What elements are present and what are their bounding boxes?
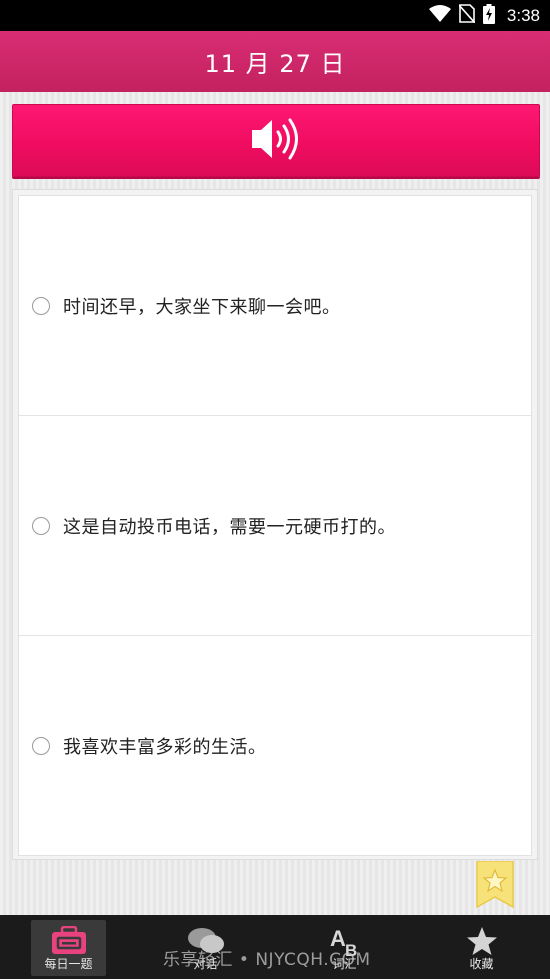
status-bar: 3:38 [0, 0, 550, 31]
no-sim-icon [458, 4, 476, 27]
status-time: 3:38 [506, 5, 540, 25]
star-bookmark-icon [476, 860, 514, 913]
tab-label: 每日一题 [44, 957, 93, 971]
wifi-icon [428, 4, 451, 27]
status-icons: 3:38 [428, 0, 540, 31]
battery-charging-icon [482, 3, 495, 28]
answer-option-3[interactable]: 我喜欢丰富多彩的生活。 [19, 636, 531, 856]
radio-button[interactable] [32, 297, 50, 315]
radio-button[interactable] [32, 737, 50, 755]
favorite-bookmark-button[interactable] [476, 860, 514, 909]
watermark-text: 乐享轻汇 • NJYCQH.COM [163, 950, 371, 970]
option-text: 时间还早，大家坐下来聊一会吧。 [63, 297, 341, 318]
option-text: 我喜欢丰富多彩的生活。 [63, 737, 267, 758]
options-list: 时间还早，大家坐下来聊一会吧。 这是自动投币电话，需要一元硬币打的。 我喜欢丰富… [18, 195, 532, 856]
page-title-date: 11 月 27 日 [204, 50, 346, 78]
tab-label: 收藏 [469, 957, 494, 971]
option-text: 这是自动投币电话，需要一元硬币打的。 [63, 517, 396, 538]
tab-daily-question[interactable]: 每日一题 [31, 920, 106, 976]
radio-button[interactable] [32, 517, 50, 535]
speaker-icon [248, 111, 304, 171]
play-audio-button[interactable] [12, 104, 540, 177]
tab-favorites[interactable]: 收藏 [444, 920, 519, 976]
answer-option-2[interactable]: 这是自动投币电话，需要一元硬币打的。 [19, 416, 531, 636]
answer-option-1[interactable]: 时间还早，大家坐下来聊一会吧。 [19, 196, 531, 416]
title-bar: 11 月 27 日 [0, 31, 550, 92]
